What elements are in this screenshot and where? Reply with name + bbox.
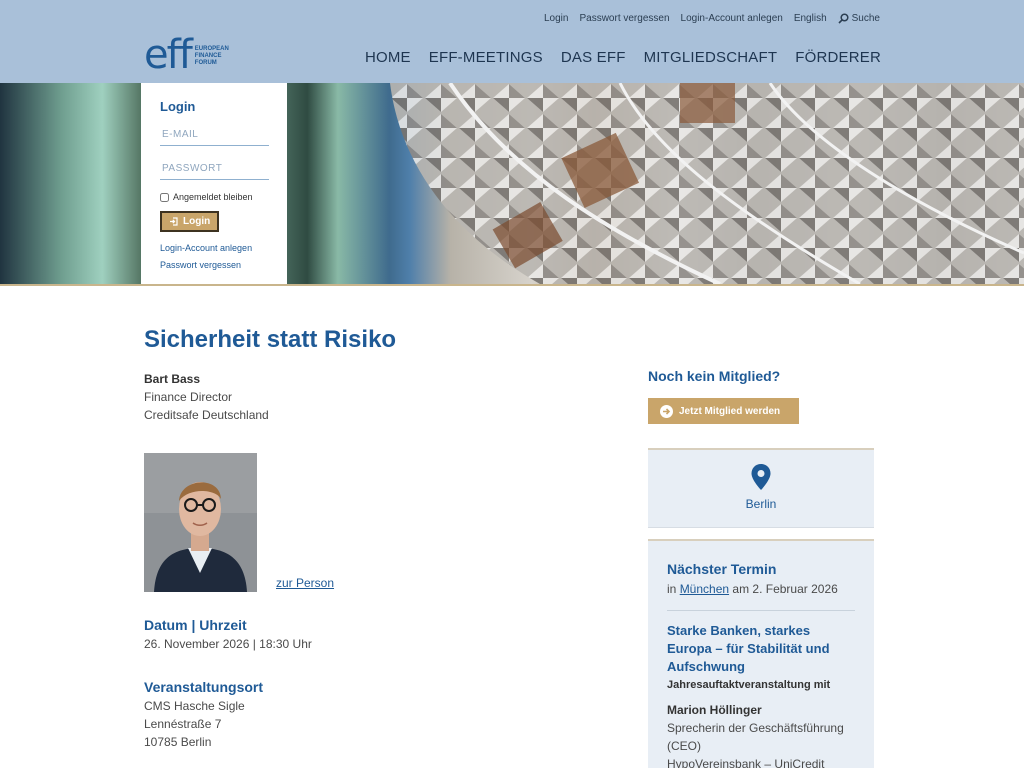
top-nav-create-account-link[interactable]: Login-Account anlegen [681,13,783,24]
search-icon [838,13,849,24]
top-nav-forgot-password-link[interactable]: Passwort vergessen [579,13,669,24]
next-event-title: Nächster Termin [667,561,777,577]
location-pin-icon [751,464,771,490]
event-speaker-name: Marion Höllinger [667,703,762,717]
membership-title: Noch kein Mitglied? [648,368,781,384]
main-nav: HOME EFF-MEETINGS DAS EFF MITGLIEDSCHAFT… [365,49,881,66]
nav-foerderer[interactable]: FÖRDERER [795,49,881,66]
date-heading: Datum | Uhrzeit [144,617,247,633]
login-title: Login [160,99,196,114]
venue-address: CMS Hasche Sigle Lennéstraße 7 10785 Ber… [144,697,245,751]
speaker-company: Creditsafe Deutschland [144,408,269,422]
venue-name: CMS Hasche Sigle [144,699,245,713]
event-subtitle: Jahresauftaktveranstaltung mit [667,679,831,691]
login-panel: Login Angemeldet bleiben Login Login-Acc… [141,83,287,284]
banner-divider [0,284,1024,286]
search-label: Suche [851,13,880,24]
create-account-link[interactable]: Login-Account anlegen [160,243,268,253]
speaker-portrait [144,453,257,592]
password-field[interactable] [160,160,269,180]
city-name: Berlin [745,497,777,511]
speaker-profile-link[interactable]: zur Person [276,576,334,590]
next-event-city-link[interactable]: München [680,582,729,596]
nav-eff-meetings[interactable]: EFF-MEETINGS [429,49,543,66]
login-icon [170,217,178,226]
login-button[interactable]: Login [160,211,220,232]
next-event-prefix: in [667,582,677,596]
next-event-date: am 2. Februar 2026 [732,582,838,596]
logo-line-2: FINANCE [194,53,222,59]
venue-heading: Veranstaltungsort [144,679,264,695]
remember-me: Angemeldet bleiben [160,192,268,202]
venue-street: Lennéstraße 7 [144,717,222,731]
top-nav: Login Passwort vergessen Login-Account a… [544,13,880,24]
logo-line-3: FORUM [194,60,217,66]
nav-home[interactable]: HOME [365,49,411,66]
page-title: Sicherheit statt Risiko [144,326,397,353]
become-member-label: Jetzt Mitglied werden [679,405,781,417]
login-button-label: Login [183,216,211,227]
event-speaker-role: Sprecherin der Geschäftsführung (CEO) [667,721,844,753]
tower-facade-graphic [390,83,1024,284]
remember-me-checkbox[interactable] [160,192,169,202]
site-header: Login Passwort vergessen Login-Account a… [0,0,1024,83]
event-title-link[interactable]: Starke Banken, starkes Europa – für Stab… [667,622,855,676]
language-switch-link[interactable]: English [794,13,827,24]
logo-mark: eff [144,32,193,78]
forgot-password-link[interactable]: Passwort vergessen [160,260,268,270]
top-nav-login-link[interactable]: Login [544,13,568,24]
speaker-info: Bart Bass Finance Director Creditsafe De… [144,370,269,424]
speaker-role: Finance Director [144,390,233,404]
venue-city: 10785 Berlin [144,735,212,749]
become-member-button[interactable]: Jetzt Mitglied werden [648,398,799,424]
nav-das-eff[interactable]: DAS EFF [561,49,626,66]
city-card: Berlin [648,450,874,528]
event-speaker-company: HypoVereinsbank – UniCredit Bank [667,757,825,768]
remember-me-label: Angemeldet bleiben [173,192,253,202]
speaker-name: Bart Bass [144,372,201,386]
next-event-meta: in München am 2. Februar 2026 [667,581,855,597]
logo-line-1: EUROPEAN [194,46,229,52]
nav-mitgliedschaft[interactable]: MITGLIEDSCHAFT [644,49,778,66]
email-field[interactable] [160,126,269,146]
portrait-graphic [144,453,257,592]
logo-subtitle: EUROPEAN FINANCE FORUM [195,46,229,67]
search-link[interactable]: Suche [838,13,880,24]
arrow-right-circle-icon [660,404,673,418]
next-event-card: Nächster Termin in München am 2. Februar… [648,541,874,768]
next-event-separator [667,610,855,611]
eff-logo[interactable]: eff EUROPEAN FINANCE FORUM [144,32,229,78]
date-value: 26. November 2026 | 18:30 Uhr [144,637,312,651]
